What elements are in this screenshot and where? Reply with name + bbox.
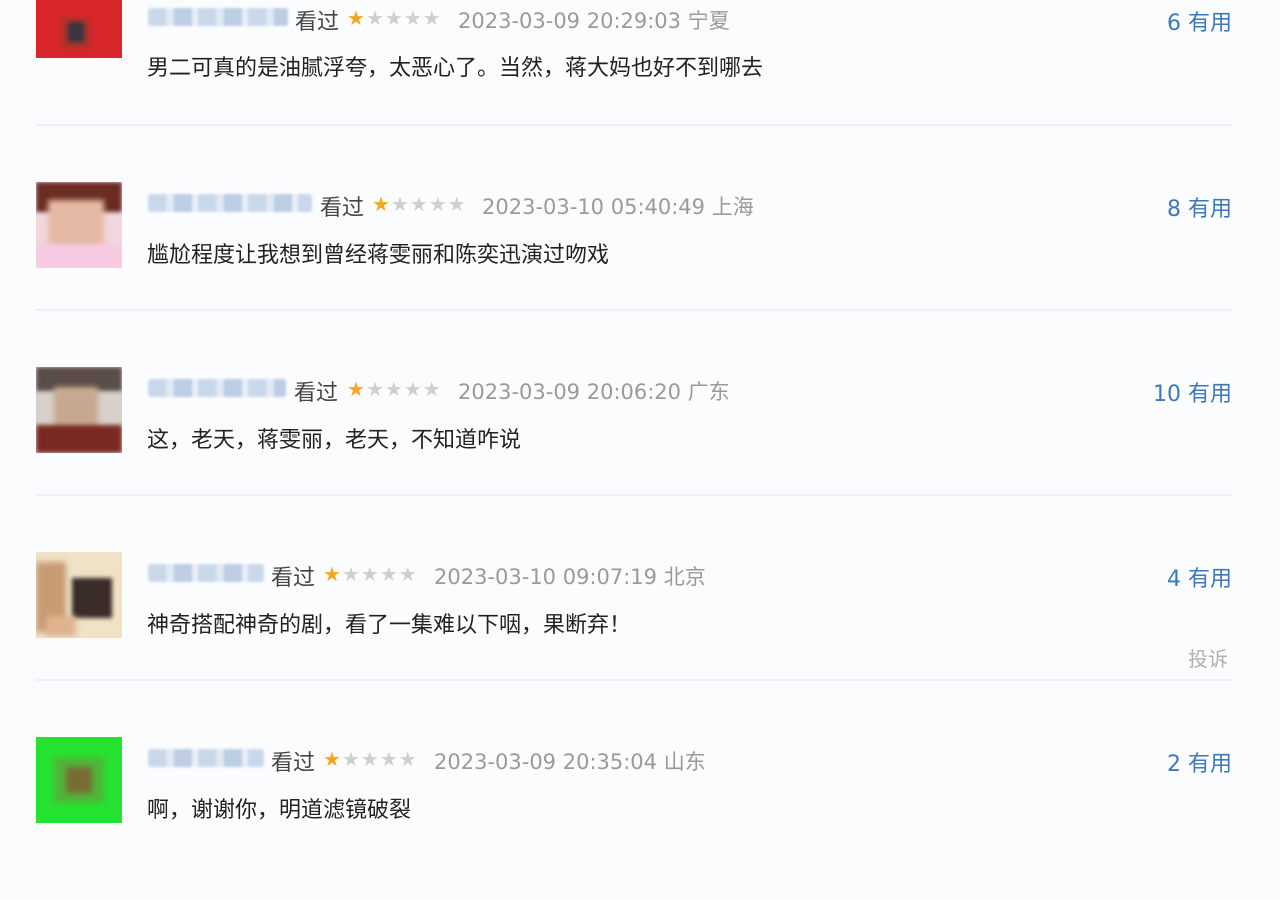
star-icon: ★	[390, 192, 410, 216]
star-icon: ★	[341, 562, 361, 586]
avatar[interactable]	[36, 552, 122, 638]
star-icon: ★	[365, 377, 385, 401]
watched-label: 看过	[294, 381, 339, 406]
star-icon: ★	[323, 747, 342, 771]
rating-stars: ★★★★★	[323, 562, 418, 586]
star-icon: ★	[428, 192, 448, 216]
star-icon: ★	[365, 6, 385, 30]
star-icon: ★	[422, 6, 442, 30]
comment-item: 看过 ★★★★★ 2023-03-10 05:40:49 上海 8 有用 尴尬程…	[0, 160, 1280, 345]
username[interactable]	[148, 194, 312, 212]
star-icon: ★	[323, 562, 342, 586]
report-button[interactable]: 投诉	[1188, 643, 1228, 672]
star-icon: ★	[384, 377, 404, 401]
comment-time: 2023-03-10 09:07:19 北京	[434, 565, 706, 589]
comment-text: 啊，谢谢你，明道滤镜破裂	[147, 798, 412, 823]
star-icon: ★	[409, 192, 429, 216]
comment-text: 男二可真的是油腻浮夸，太恶心了。当然，蒋大妈也好不到哪去	[147, 56, 764, 81]
comment-time: 2023-03-10 05:40:49 上海	[482, 195, 754, 219]
divider	[36, 124, 1232, 126]
avatar[interactable]	[36, 737, 122, 823]
comment-location: 上海	[711, 195, 754, 219]
username[interactable]	[148, 8, 288, 26]
useful-button[interactable]: 6 有用	[1167, 5, 1232, 37]
watched-label: 看过	[295, 10, 340, 35]
rating-stars: ★★★★★	[323, 747, 418, 771]
username[interactable]	[148, 749, 264, 767]
comment-item: 看过 ★★★★★ 2023-03-09 20:06:20 广东 10 有用 这，…	[0, 345, 1280, 530]
comment-location: 山东	[663, 750, 706, 774]
watched-label: 看过	[271, 751, 316, 776]
star-icon: ★	[341, 747, 361, 771]
star-icon: ★	[403, 377, 423, 401]
star-icon: ★	[379, 747, 399, 771]
comment-time: 2023-03-09 20:35:04 山东	[434, 750, 706, 774]
star-icon: ★	[360, 747, 380, 771]
divider	[36, 679, 1232, 681]
watched-label: 看过	[320, 196, 365, 221]
watched-label: 看过	[271, 566, 316, 591]
star-icon: ★	[422, 377, 442, 401]
useful-button[interactable]: 8 有用	[1167, 191, 1232, 223]
avatar[interactable]	[36, 182, 122, 268]
star-icon: ★	[360, 562, 380, 586]
star-icon: ★	[347, 6, 366, 30]
star-icon: ★	[347, 377, 366, 401]
avatar[interactable]	[36, 367, 122, 453]
star-icon: ★	[384, 6, 404, 30]
username[interactable]	[148, 564, 264, 582]
star-icon: ★	[403, 6, 423, 30]
star-icon: ★	[447, 192, 467, 216]
star-icon: ★	[372, 192, 391, 216]
useful-button[interactable]: 10 有用	[1153, 376, 1232, 408]
comment-time: 2023-03-09 20:06:20 广东	[458, 380, 730, 404]
divider	[36, 494, 1232, 496]
comment-item: 看过 ★★★★★ 2023-03-09 20:29:03 宁夏 6 有用 男二可…	[0, 0, 1280, 159]
comment-location: 宁夏	[687, 9, 730, 33]
comment-location: 北京	[663, 565, 706, 589]
divider	[36, 309, 1232, 311]
comment-text: 这，老天，蒋雯丽，老天，不知道咋说	[147, 428, 522, 453]
username[interactable]	[148, 379, 286, 397]
useful-button[interactable]: 2 有用	[1167, 746, 1232, 778]
comment-item: 看过 ★★★★★ 2023-03-10 09:07:19 北京 4 有用 神奇搭…	[0, 530, 1280, 715]
rating-stars: ★★★★★	[347, 377, 442, 401]
useful-button[interactable]: 4 有用	[1167, 561, 1232, 593]
comment-text: 尴尬程度让我想到曾经蒋雯丽和陈奕迅演过吻戏	[147, 243, 610, 268]
star-icon: ★	[379, 562, 399, 586]
comment-text: 神奇搭配神奇的剧，看了一集难以下咽，果断弃！	[147, 613, 632, 638]
comment-location: 广东	[687, 380, 730, 404]
rating-stars: ★★★★★	[372, 192, 467, 216]
star-icon: ★	[398, 747, 418, 771]
avatar[interactable]	[36, 0, 122, 58]
rating-stars: ★★★★★	[347, 6, 442, 30]
star-icon: ★	[398, 562, 418, 586]
comment-item: 看过 ★★★★★ 2023-03-09 20:35:04 山东 2 有用 啊，谢…	[0, 715, 1280, 900]
comment-time: 2023-03-09 20:29:03 宁夏	[458, 9, 730, 33]
